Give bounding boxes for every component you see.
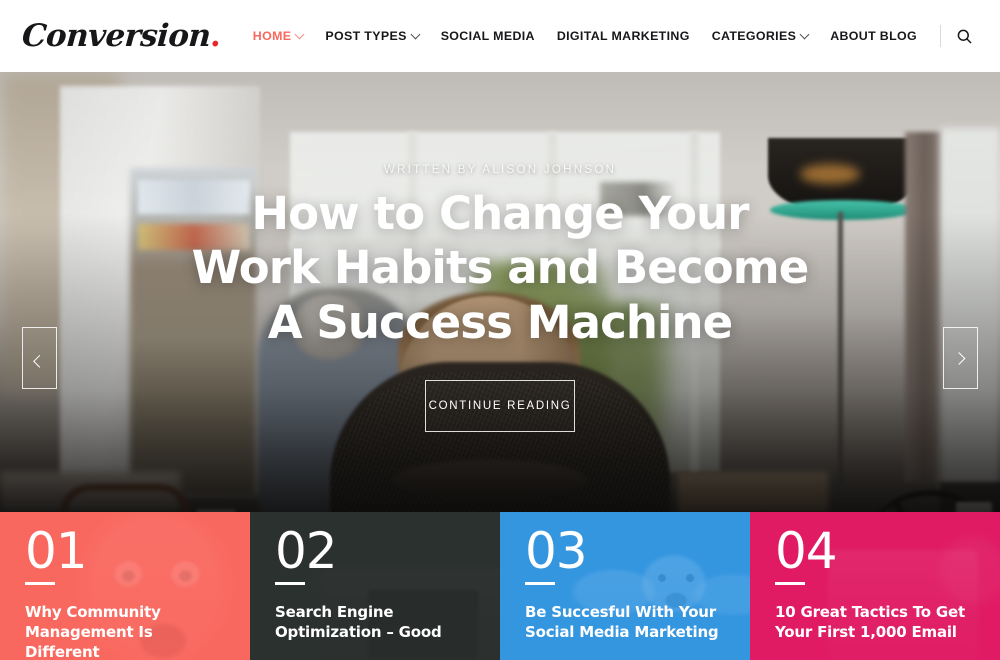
card-title: Why Community Management Is Different xyxy=(25,603,161,660)
nav-label: ABOUT BLOG xyxy=(830,29,917,43)
card-title: 10 Great Tactics To Get Your First 1,000… xyxy=(775,603,965,642)
featured-card-02[interactable]: 02 Search Engine Optimization – Good xyxy=(250,512,500,660)
hero-slider: WRITTEN BY ALISON JOHNSON How to Change … xyxy=(0,72,1000,512)
card-rule xyxy=(275,582,305,585)
nav-label: POST TYPES xyxy=(325,29,407,43)
site-logo[interactable]: Conversion. xyxy=(20,17,222,54)
nav-divider xyxy=(940,25,941,47)
hero-content: WRITTEN BY ALISON JOHNSON How to Change … xyxy=(0,72,1000,512)
hero-author-meta: WRITTEN BY ALISON JOHNSON xyxy=(383,164,617,176)
featured-card-04[interactable]: 04 10 Great Tactics To Get Your First 1,… xyxy=(750,512,1000,660)
card-title: Search Engine Optimization – Good xyxy=(275,603,442,642)
search-button[interactable] xyxy=(947,29,982,44)
hero-title: How to Change Your Work Habits and Becom… xyxy=(191,187,810,349)
card-title: Be Succesful With Your Social Media Mark… xyxy=(525,603,719,642)
nav-item-social-media[interactable]: SOCIAL MEDIA xyxy=(430,29,546,43)
chevron-down-icon xyxy=(294,29,305,39)
featured-cards-row: 01 Why Community Management Is Different… xyxy=(0,512,1000,660)
nav-label: HOME xyxy=(252,29,292,43)
main-navigation: HOME POST TYPES SOCIAL MEDIA DIGITAL MAR… xyxy=(242,0,982,72)
card-number: 02 xyxy=(275,522,338,580)
card-number: 04 xyxy=(775,522,838,580)
card-number: 01 xyxy=(25,522,88,580)
slider-prev-button[interactable] xyxy=(22,327,57,389)
continue-reading-button[interactable]: CONTINUE READING xyxy=(425,380,575,433)
chevron-left-icon xyxy=(33,354,46,368)
search-icon xyxy=(957,29,972,44)
site-header: Conversion. HOME POST TYPES SOCIAL MEDIA… xyxy=(0,0,1000,72)
nav-label: SOCIAL MEDIA xyxy=(440,29,535,43)
logo-text: Conversion xyxy=(20,17,212,54)
chevron-down-icon xyxy=(799,29,810,39)
chevron-down-icon xyxy=(410,29,421,39)
card-number: 03 xyxy=(525,522,588,580)
nav-item-post-types[interactable]: POST TYPES xyxy=(314,29,429,43)
nav-label: DIGITAL MARKETING xyxy=(556,29,690,43)
card-rule xyxy=(25,582,55,585)
featured-card-01[interactable]: 01 Why Community Management Is Different xyxy=(0,512,250,660)
card-rule xyxy=(775,582,805,585)
nav-label: CATEGORIES xyxy=(711,29,797,43)
nav-item-about-blog[interactable]: ABOUT BLOG xyxy=(819,29,928,43)
card-rule xyxy=(525,582,555,585)
logo-dot: . xyxy=(209,17,222,54)
nav-item-categories[interactable]: CATEGORIES xyxy=(701,29,820,43)
slider-next-button[interactable] xyxy=(943,327,978,389)
chevron-right-icon xyxy=(952,351,966,365)
nav-item-home[interactable]: HOME xyxy=(242,29,315,43)
featured-card-03[interactable]: 03 Be Succesful With Your Social Media M… xyxy=(500,512,750,660)
nav-item-digital-marketing[interactable]: DIGITAL MARKETING xyxy=(546,29,701,43)
